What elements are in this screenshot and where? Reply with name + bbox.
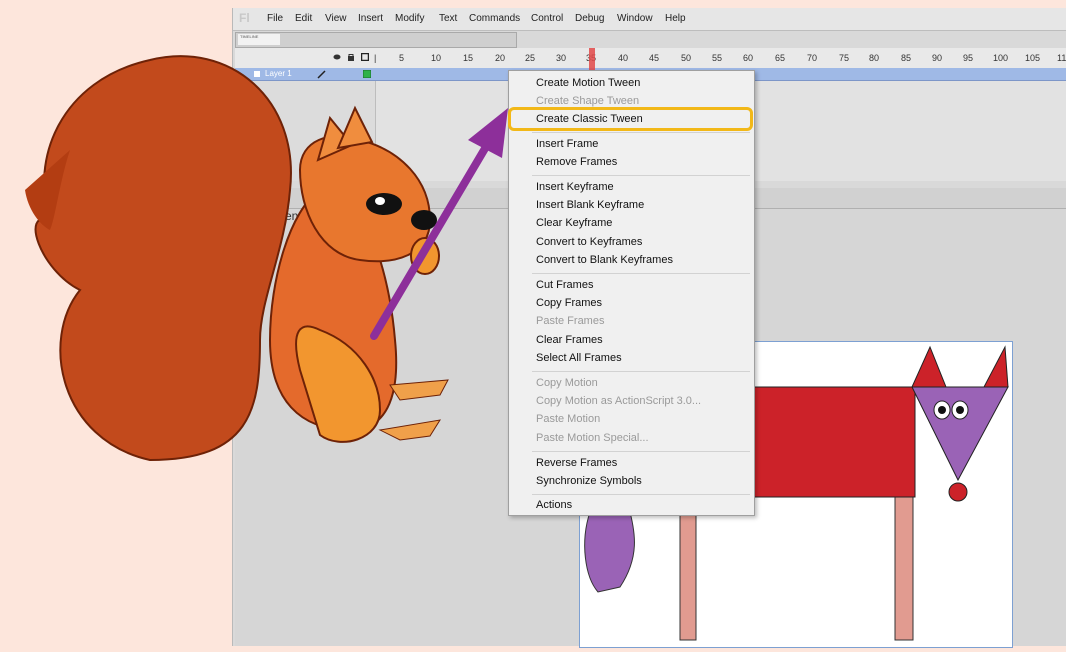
menu-insert-frame[interactable]: Insert Frame [536, 136, 598, 152]
timeline-context-menu: Create Motion Tween Create Shape Tween C… [508, 70, 755, 516]
fox-ear [911, 345, 947, 388]
menu-insert-blank-keyframe[interactable]: Insert Blank Keyframe [536, 197, 644, 213]
menu-view[interactable]: View [325, 13, 347, 24]
menu-separator [532, 273, 750, 274]
menu-window[interactable]: Window [617, 13, 653, 24]
menu-remove-frames[interactable]: Remove Frames [536, 154, 617, 170]
frame-number: 30 [556, 53, 567, 63]
menu-create-motion-tween[interactable]: Create Motion Tween [536, 75, 640, 91]
menu-synchronize-symbols[interactable]: Synchronize Symbols [536, 473, 642, 489]
menu-convert-to-keyframes[interactable]: Convert to Keyframes [536, 234, 642, 250]
menu-clear-keyframe[interactable]: Clear Keyframe [536, 215, 612, 231]
frame-number: 15 [463, 53, 474, 63]
highlight-frame [508, 107, 753, 131]
menu-paste-frames: Paste Frames [536, 315, 605, 327]
frame-number: 11 [1057, 53, 1066, 63]
frame-number: 40 [618, 53, 629, 63]
menu-actions[interactable]: Actions [536, 497, 572, 513]
menu-commands[interactable]: Commands [469, 13, 520, 24]
menu-control[interactable]: Control [531, 13, 563, 24]
frame-number: 100 [993, 53, 1009, 63]
menu-paste-motion: Paste Motion [536, 413, 601, 425]
menu-modify[interactable]: Modify [395, 13, 424, 24]
frame-number: 70 [807, 53, 818, 63]
menu-separator [532, 132, 750, 133]
frame-number: 75 [839, 53, 850, 63]
menu-convert-to-blank-keyframes[interactable]: Convert to Blank Keyframes [536, 252, 673, 268]
menu-copy-frames[interactable]: Copy Frames [536, 295, 602, 311]
frame-number: 60 [743, 53, 754, 63]
menu-separator [532, 494, 750, 495]
pointer-arrow [370, 108, 508, 340]
frame-number: 95 [963, 53, 974, 63]
frame-number: 50 [681, 53, 692, 63]
frame-number: 20 [495, 53, 506, 63]
menu-separator [532, 175, 750, 176]
frame-number: 65 [775, 53, 786, 63]
menu-text[interactable]: Text [439, 13, 457, 24]
menu-edit[interactable]: Edit [295, 13, 312, 24]
fox-leg [894, 491, 914, 641]
menu-insert-keyframe[interactable]: Insert Keyframe [536, 179, 614, 195]
fox-tail [584, 511, 635, 593]
menu-insert[interactable]: Insert [358, 13, 383, 24]
frame-number: 90 [932, 53, 943, 63]
menu-bar: Fl File Edit View Insert Modify Text Com… [233, 8, 1066, 31]
menu-select-all-frames[interactable]: Select All Frames [536, 350, 622, 366]
menu-reverse-frames[interactable]: Reverse Frames [536, 455, 617, 471]
menu-help[interactable]: Help [665, 13, 686, 24]
menu-clear-frames[interactable]: Clear Frames [536, 332, 603, 348]
menu-separator [532, 451, 750, 452]
frame-number: 25 [525, 53, 536, 63]
menu-debug[interactable]: Debug [575, 13, 604, 24]
menu-paste-motion-special: Paste Motion Special... [536, 432, 649, 444]
menu-file[interactable]: File [267, 13, 283, 24]
app-logo: Fl [239, 11, 250, 25]
menu-copy-motion: Copy Motion [536, 377, 598, 389]
fox-nose [948, 482, 968, 502]
menu-copy-motion-as-actionscript: Copy Motion as ActionScript 3.0... [536, 395, 702, 407]
frame-number: 105 [1025, 53, 1041, 63]
menu-separator [532, 371, 750, 372]
frame-number: 80 [869, 53, 880, 63]
frame-number: 45 [649, 53, 660, 63]
menu-cut-frames[interactable]: Cut Frames [536, 277, 593, 293]
frame-number: 85 [901, 53, 912, 63]
fox-ear [983, 345, 1009, 388]
frame-number: 55 [712, 53, 723, 63]
